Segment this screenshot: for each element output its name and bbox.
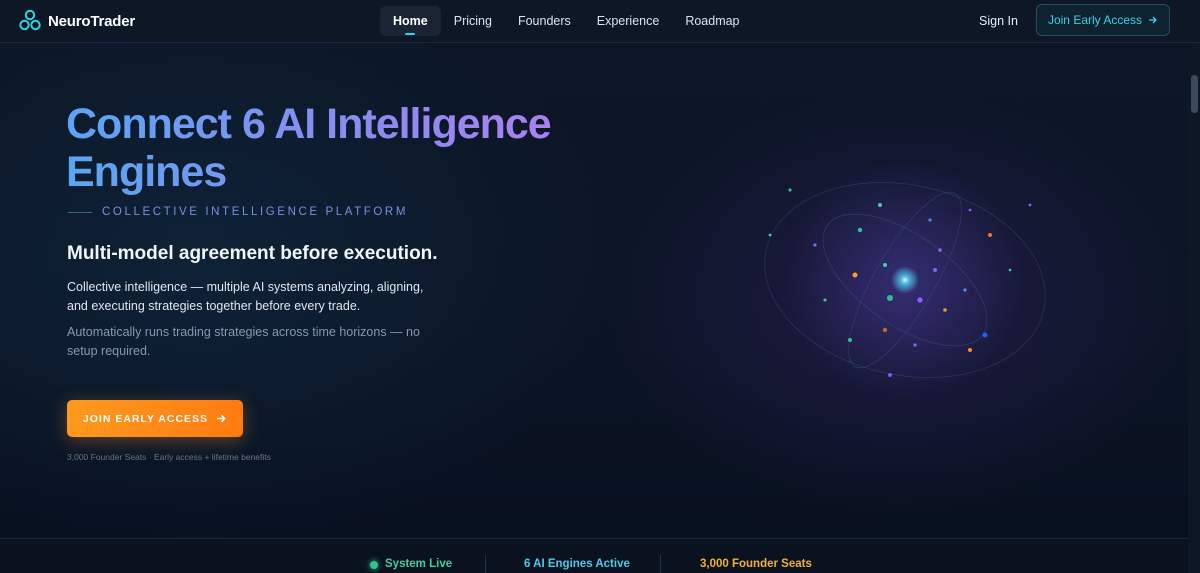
engines-active-status: 6 AI Engines Active [524, 558, 630, 570]
arrow-right-icon [1149, 16, 1157, 24]
hero-title: Connect 6 AI Intelligence Engines [66, 100, 586, 196]
main-menu: Home Pricing Founders Experience Roadmap [380, 6, 753, 36]
nav-item-pricing[interactable]: Pricing [441, 6, 505, 36]
status-divider [485, 555, 486, 573]
brand-name: NeuroTrader [48, 12, 135, 30]
nav-item-home[interactable]: Home [380, 6, 441, 36]
sign-in-link[interactable]: Sign In [979, 14, 1018, 28]
hero-secondary-text: Automatically runs trading strategies ac… [67, 325, 420, 358]
join-early-access-button[interactable]: Join Early Access [1036, 4, 1170, 36]
arrow-right-icon [217, 414, 226, 423]
nav-item-experience[interactable]: Experience [584, 6, 673, 36]
scrollbar-thumb[interactable] [1191, 75, 1198, 113]
status-divider [660, 555, 661, 573]
nav-item-roadmap[interactable]: Roadmap [672, 6, 752, 36]
hero-description: Collective intelligence — multiple AI sy… [67, 280, 424, 313]
tagline-divider [68, 212, 92, 213]
status-bar: System Live 6 AI Engines Active 3,000 Fo… [0, 538, 1188, 573]
hero-cta-label: JOIN EARLY ACCESS [82, 412, 209, 425]
founder-seats-note: 3,000 Founder Seats · Early access + lif… [67, 452, 271, 462]
join-early-access-label: Join Early Access [1047, 13, 1143, 27]
logo-icon [19, 9, 41, 31]
nav-item-founders[interactable]: Founders [505, 6, 584, 36]
live-dot-icon [370, 561, 378, 569]
founder-seats-status: 3,000 Founder Seats [700, 558, 812, 570]
brand[interactable]: NeuroTrader [18, 9, 135, 33]
hero-join-early-access-button[interactable]: JOIN EARLY ACCESS [67, 400, 243, 437]
hero-subheading: Multi-model agreement before execution. [67, 243, 438, 264]
hero-tagline: COLLECTIVE INTELLIGENCE PLATFORM [102, 206, 409, 218]
top-nav: NeuroTrader Home Pricing Founders Experi… [0, 0, 1200, 43]
scrollbar[interactable] [1188, 43, 1200, 573]
ai-network-orb-graphic [764, 160, 1046, 400]
system-live-status: System Live [385, 558, 453, 570]
